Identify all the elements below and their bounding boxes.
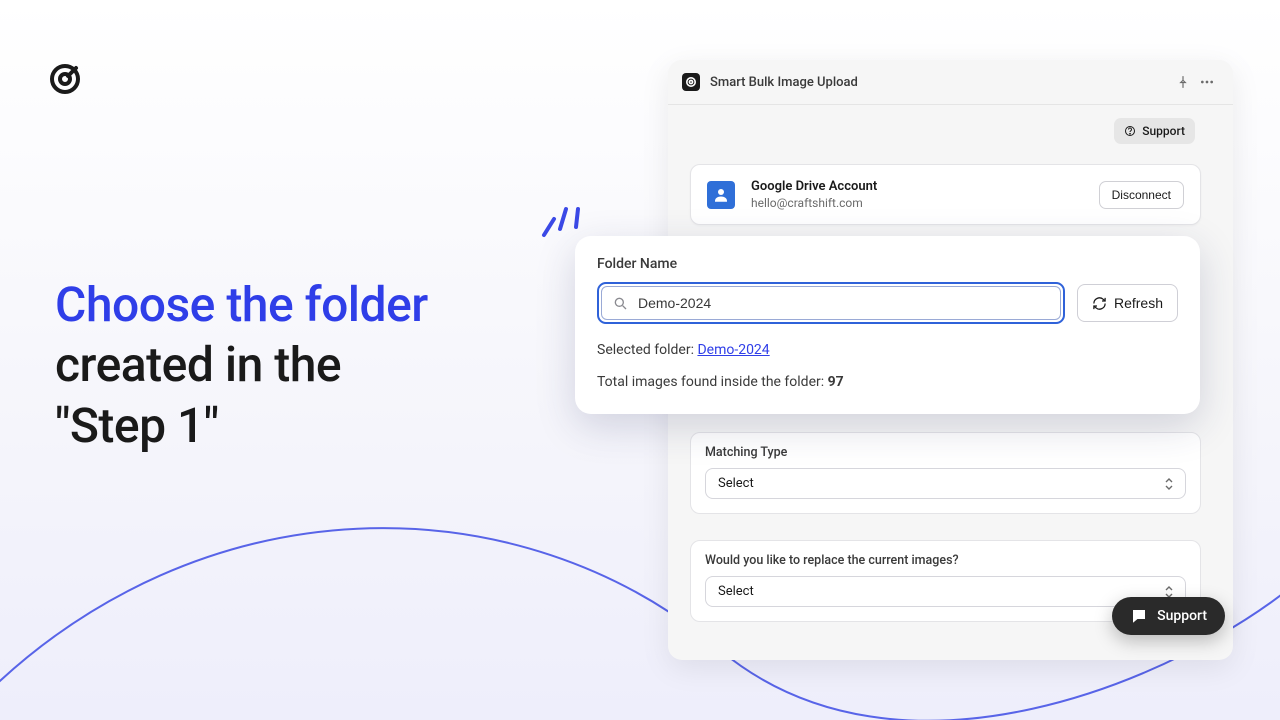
- matching-label: Matching Type: [705, 445, 1186, 460]
- support-label: Support: [1142, 124, 1185, 138]
- folder-search-wrap: [597, 282, 1065, 324]
- headline-accent: Choose the folder: [55, 276, 428, 333]
- refresh-icon: [1092, 296, 1107, 311]
- help-icon: [1124, 125, 1136, 137]
- account-email: hello@craftshift.com: [751, 196, 1099, 210]
- account-avatar-icon: [707, 181, 735, 209]
- replace-select-value: Select: [718, 584, 754, 599]
- app-header: Smart Bulk Image Upload: [668, 60, 1233, 105]
- selected-folder: Selected folder: Demo-2024: [597, 342, 1178, 358]
- folder-label: Folder Name: [597, 256, 1178, 272]
- matching-card: Matching Type Select: [690, 432, 1201, 514]
- search-icon: [612, 295, 628, 311]
- folder-search-input[interactable]: [638, 295, 1050, 311]
- shop-logo-icon: [682, 73, 700, 91]
- chevron-updown-icon: [1165, 478, 1173, 490]
- headline-line3: "Step 1": [55, 397, 219, 454]
- matching-select-value: Select: [718, 476, 754, 491]
- folder-card: Folder Name Refresh Selected folder: Dem…: [575, 236, 1200, 414]
- total-prefix: Total images found inside the folder:: [597, 374, 828, 390]
- chat-icon: [1130, 607, 1148, 625]
- disconnect-button[interactable]: Disconnect: [1099, 181, 1184, 209]
- more-button[interactable]: [1195, 70, 1219, 94]
- total-count: 97: [828, 374, 844, 390]
- selected-folder-link[interactable]: Demo-2024: [697, 342, 769, 358]
- matching-select[interactable]: Select: [705, 468, 1186, 499]
- app-logo-icon: [48, 62, 82, 96]
- selected-prefix: Selected folder:: [597, 342, 697, 358]
- account-title: Google Drive Account: [751, 179, 1099, 194]
- refresh-label: Refresh: [1114, 295, 1163, 311]
- chevron-updown-icon: [1165, 586, 1173, 598]
- total-images: Total images found inside the folder: 97: [597, 374, 1178, 390]
- account-card: Google Drive Account hello@craftshift.co…: [690, 164, 1201, 225]
- pin-button[interactable]: [1171, 70, 1195, 94]
- support-button[interactable]: Support: [1114, 118, 1195, 144]
- replace-select[interactable]: Select: [705, 576, 1186, 607]
- replace-label: Would you like to replace the current im…: [705, 553, 1186, 568]
- app-title: Smart Bulk Image Upload: [710, 75, 1171, 90]
- headline-line2: created in the: [55, 336, 341, 393]
- refresh-button[interactable]: Refresh: [1077, 284, 1178, 322]
- floating-support-label: Support: [1157, 608, 1207, 624]
- headline: Choose the folder created in the "Step 1…: [55, 275, 428, 456]
- floating-support-button[interactable]: Support: [1112, 597, 1225, 635]
